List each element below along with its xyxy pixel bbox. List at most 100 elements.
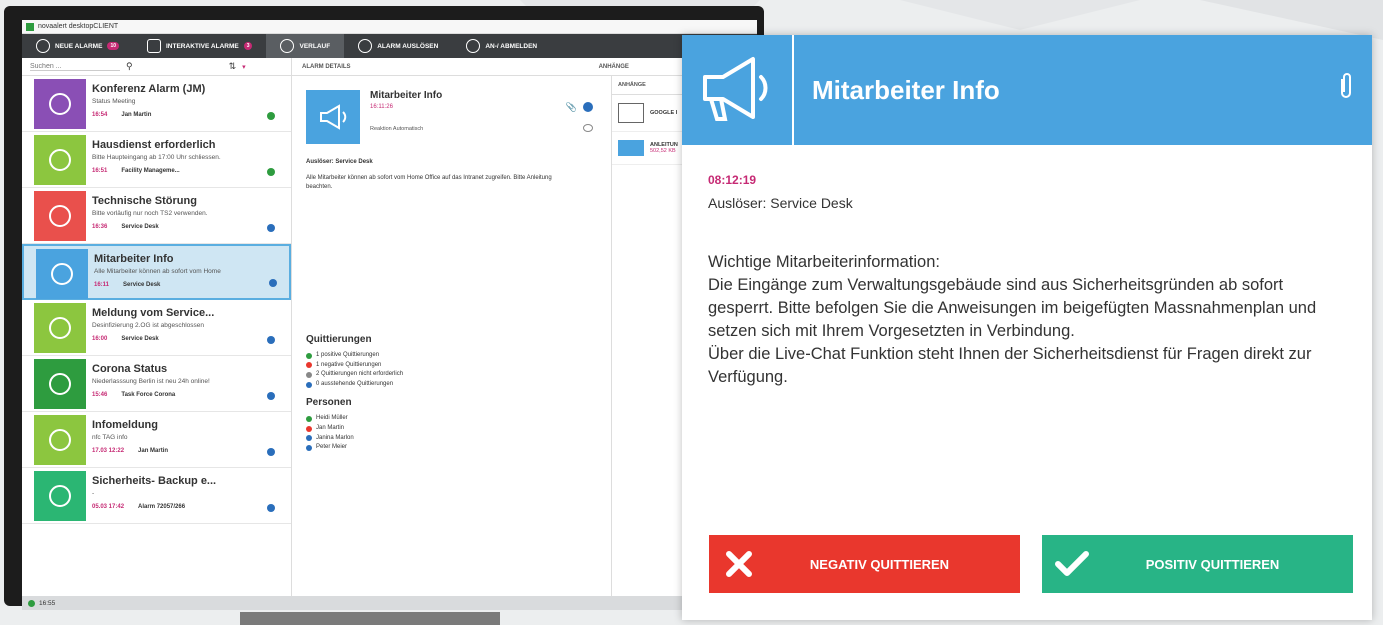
chevron-down-icon[interactable]: ▾ [242, 63, 246, 71]
alarm-popup: Mitarbeiter Info 08:12:19 Auslöser: Serv… [682, 35, 1372, 620]
alarm-category-icon [34, 191, 86, 241]
status-time: 16:55 [39, 599, 56, 607]
hand-icon [358, 39, 373, 53]
ack-title: Quittierungen [306, 334, 372, 345]
alarm-sender: Alarm 72057/266 [138, 504, 186, 510]
alarm-time: 16:36 [92, 224, 108, 230]
alarm-time: 16:54 [92, 112, 108, 118]
alarm-list-item[interactable]: Technische Störung Bitte vorläufig nur n… [22, 188, 291, 244]
file-thumbnail-icon [618, 140, 644, 156]
status-icon [267, 392, 275, 400]
monitor-stand-base [240, 612, 500, 625]
alarm-subtitle: nfc TAG info [92, 434, 128, 441]
row-label: Heidi Müller [316, 415, 348, 422]
row-label: 0 ausstehende Quittierungen [316, 380, 394, 387]
alarm-category-icon [34, 135, 86, 185]
count-badge: 3 [243, 42, 253, 50]
ack-row: 1 positive Quittierungen [306, 351, 403, 361]
alarm-sender: Task Force Corona [121, 392, 176, 398]
alarm-category-icon [34, 471, 86, 521]
person-row: Janina Marlon [306, 434, 403, 444]
button-label: POSITIV QUITTIEREN [1145, 556, 1280, 572]
title-bar: novaalert desktopCLIENT [22, 20, 757, 34]
alarm-list-item[interactable]: Sicherheits- Backup e... - 05.03 17:42 A… [22, 468, 291, 524]
alarm-sender: Facility Manageme... [121, 168, 180, 174]
attachment-name: GOOGLE I [650, 110, 678, 116]
search-icon[interactable]: ⚲ [126, 61, 133, 72]
person-row: Peter Meier [306, 443, 403, 453]
row-label: Jan Martin [316, 424, 345, 431]
tab-alarm-ausloesen[interactable]: ALARM AUSLÖSEN [344, 34, 452, 58]
app-title: novaalert desktopCLIENT [38, 23, 119, 30]
positive-acknowledge-button[interactable]: POSITIV QUITTIEREN [1042, 535, 1353, 593]
alarm-list: Konferenz Alarm (JM) Status Meeting 16:5… [22, 76, 292, 596]
alarm-sender: Service Desk [121, 336, 159, 342]
comment-icon[interactable] [583, 124, 593, 132]
alarm-time: 15:46 [92, 392, 108, 398]
popup-message: Wichtige Mitarbeiterinformation: Die Ein… [708, 253, 1317, 387]
status-icon [267, 504, 275, 512]
status-icon [269, 279, 277, 287]
paperclip-icon[interactable]: 📎 [566, 102, 577, 113]
status-dot-icon [306, 435, 312, 442]
popup-actions: NEGATIV QUITTIEREN POSITIV QUITTIEREN [709, 535, 1353, 593]
detail-trigger: Auslöser: Service Desk [306, 159, 373, 165]
alarm-time: 17.03 12:22 [92, 448, 125, 454]
alarm-list-item[interactable]: Infomeldung nfc TAG info 17.03 12:22 Jan… [22, 412, 291, 468]
alarm-title: Mitarbeiter Info [94, 253, 174, 265]
detail-time: 16:11:26 [370, 104, 393, 110]
users-icon [466, 39, 481, 53]
alarm-list-item[interactable]: Konferenz Alarm (JM) Status Meeting 16:5… [22, 76, 291, 132]
megaphone-icon [306, 90, 360, 144]
monitor: novaalert desktopCLIENT NEUE ALARME 10 I… [4, 6, 764, 610]
alarm-subtitle: Status Meeting [92, 98, 136, 105]
section-label-attachments: ANHÄNGE [598, 63, 629, 70]
status-icon [267, 224, 275, 232]
alarm-category-icon [36, 249, 88, 299]
row-label: 2 Quittierungen nicht erforderlich [316, 371, 404, 378]
alarm-subtitle: Niederlasssung Berlin ist neu 24h online… [92, 378, 210, 385]
negative-acknowledge-button[interactable]: NEGATIV QUITTIEREN [709, 535, 1020, 593]
tab-an-abmelden[interactable]: AN-/ ABMELDEN [452, 34, 551, 58]
info-icon[interactable] [583, 102, 593, 112]
status-bar: 16:55 [22, 596, 757, 610]
alarm-title: Technische Störung [92, 195, 197, 207]
status-dot-icon [306, 371, 312, 378]
ack-row: 0 ausstehende Quittierungen [306, 380, 403, 390]
attachment-size: 502,52 KB [650, 148, 676, 154]
search-input[interactable] [30, 62, 120, 71]
detail-title: Mitarbeiter Info [370, 90, 443, 101]
status-icon [267, 448, 275, 456]
alarm-time: 16:11 [94, 282, 110, 288]
tab-label: ALARM AUSLÖSEN [377, 42, 439, 50]
alarm-list-item[interactable]: Mitarbeiter Info Alle Mitarbeiter können… [22, 244, 291, 300]
alarm-sender: Jan Martin [121, 112, 152, 118]
tab-neue-alarme[interactable]: NEUE ALARME 10 [22, 34, 133, 58]
ack-row: 1 negative Quittierungen [306, 361, 403, 371]
alarm-list-item[interactable]: Corona Status Niederlasssung Berlin ist … [22, 356, 291, 412]
tab-label: AN-/ ABMELDEN [485, 42, 538, 50]
paperclip-icon[interactable] [1338, 71, 1354, 106]
alarm-icon [36, 39, 50, 53]
web-link-icon [618, 103, 644, 123]
alarm-list-item[interactable]: Hausdienst erforderlich Bitte Haupteinga… [22, 132, 291, 188]
status-dot-icon [306, 381, 312, 388]
alarm-subtitle: Bitte vorläufig nur noch TS2 verwenden. [92, 210, 208, 217]
main-tabs: NEUE ALARME 10 INTERAKTIVE ALARME 3 VERL… [22, 34, 757, 58]
tab-verlauf[interactable]: VERLAUF [266, 34, 345, 58]
header-divider [792, 35, 794, 145]
status-dot-icon [306, 352, 312, 359]
app-window: novaalert desktopCLIENT NEUE ALARME 10 I… [22, 20, 757, 610]
alarm-list-item[interactable]: Meldung vom Service... Desinfizierung 2.… [22, 300, 291, 356]
button-label: NEGATIV QUITTIEREN [809, 556, 950, 572]
tab-label: VERLAUF [299, 42, 331, 50]
tab-label: INTERAKTIVE ALARME [166, 42, 239, 50]
row-label: 1 positive Quittierungen [316, 352, 380, 358]
alarm-category-icon [34, 415, 86, 465]
row-label: 1 negative Quittierungen [316, 361, 382, 368]
sort-icon[interactable]: ⇅ [229, 61, 237, 72]
row-label: Janina Marlon [316, 434, 354, 441]
row-label: Peter Meier [316, 444, 348, 451]
search-box: ⚲ ⇅ ▾ [22, 57, 292, 76]
tab-interaktive-alarme[interactable]: INTERAKTIVE ALARME 3 [133, 34, 266, 58]
